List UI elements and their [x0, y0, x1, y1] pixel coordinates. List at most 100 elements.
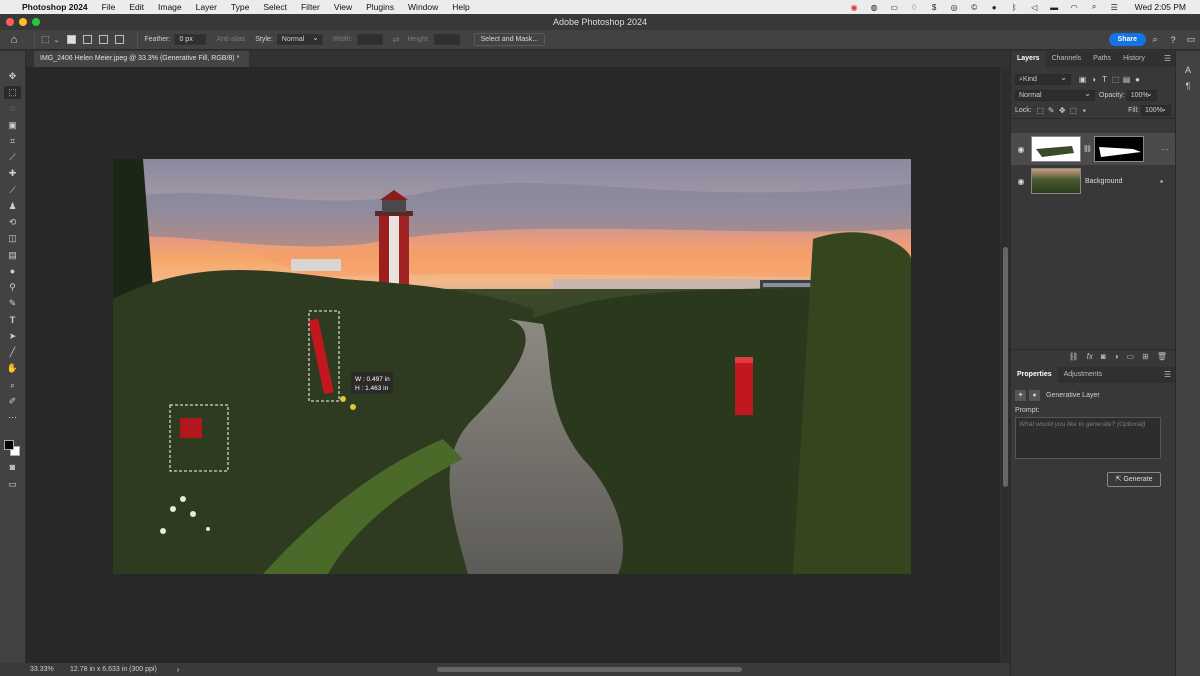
tab-history[interactable]: History — [1117, 51, 1151, 67]
rectangular-marquee-tool-icon[interactable]: ⬚ — [4, 86, 21, 99]
visibility-eye-icon[interactable]: ◉ — [1011, 177, 1031, 186]
menu-view[interactable]: View — [334, 2, 352, 12]
fill-input[interactable]: 100% — [1141, 104, 1171, 116]
panel-menu-icon[interactable]: ☰ — [1164, 54, 1171, 63]
generate-button[interactable]: ⇱ Generate — [1107, 472, 1161, 487]
screen-record-icon[interactable]: ▭ — [889, 3, 900, 12]
search-icon[interactable]: ⌕ — [1146, 34, 1164, 45]
layer-kind-filter[interactable]: ⌕Kind — [1015, 73, 1071, 85]
menu-image[interactable]: Image — [158, 2, 182, 12]
vertical-scrollbar[interactable] — [1001, 67, 1010, 663]
clone-stamp-tool-icon[interactable]: ♟ — [4, 200, 21, 213]
brush-tool-icon[interactable]: ⟋ — [4, 184, 21, 197]
object-selection-tool-icon[interactable]: ▣ — [4, 119, 21, 132]
home-icon[interactable]: ⌂ — [0, 34, 28, 46]
intersect-selection-icon[interactable] — [115, 35, 125, 44]
add-selection-icon[interactable] — [83, 35, 93, 44]
marquee-preset-icon[interactable]: ⬚ — [41, 34, 50, 45]
tab-adjustments[interactable]: Adjustments — [1058, 367, 1109, 383]
tab-paths[interactable]: Paths — [1087, 51, 1117, 67]
style-select[interactable]: Normal — [276, 33, 323, 45]
type-tool-icon[interactable]: T — [4, 314, 21, 327]
volume-icon[interactable]: ◁ — [1029, 3, 1040, 12]
history-brush-tool-icon[interactable]: ⟲ — [4, 216, 21, 229]
lock-pixels-icon[interactable]: ✎ — [1046, 106, 1057, 115]
subtract-selection-icon[interactable] — [99, 35, 109, 44]
edit-toolbar-icon[interactable]: ✐ — [4, 395, 21, 408]
more-tools-icon[interactable]: ⋯ — [4, 411, 21, 424]
type-filter-icon[interactable]: T — [1099, 75, 1110, 84]
wifi-icon[interactable]: ◠ — [1069, 3, 1080, 12]
minimize-window-button[interactable] — [19, 18, 27, 26]
link-layers-icon[interactable]: ⛓ — [1069, 352, 1079, 361]
layer-mask-thumbnail[interactable] — [1093, 136, 1144, 162]
dodge-tool-icon[interactable]: ⚲ — [4, 281, 21, 294]
share-button[interactable]: Share — [1108, 33, 1146, 46]
lasso-tool-icon[interactable]: ◌ — [4, 102, 21, 115]
app-menu[interactable]: Photoshop 2024 — [22, 2, 88, 12]
opacity-input[interactable]: 100% — [1126, 89, 1157, 101]
maximize-window-button[interactable] — [32, 18, 40, 26]
fx-icon[interactable]: fx — [1087, 352, 1093, 361]
eraser-tool-icon[interactable]: ◫ — [4, 232, 21, 245]
hand-tool-icon[interactable]: ✋ — [4, 362, 21, 375]
new-selection-icon[interactable] — [67, 35, 77, 44]
g-app-icon[interactable]: ● — [989, 3, 1000, 12]
foreground-color-swatch[interactable] — [4, 440, 14, 450]
pen-tool-icon[interactable]: ✎ — [4, 297, 21, 310]
lock-artboard-icon[interactable]: ⬚ — [1068, 106, 1079, 115]
menu-window[interactable]: Window — [408, 2, 438, 12]
layer-row-generative[interactable]: ◉ ⛓ ⋯ — [1011, 133, 1175, 165]
lock-transparency-icon[interactable]: ⬚ — [1035, 106, 1046, 115]
menu-help[interactable]: Help — [452, 2, 469, 12]
layer-row-background[interactable]: ◉ Background ▪ — [1011, 165, 1175, 197]
layer-name-background[interactable]: Background — [1085, 178, 1122, 185]
move-tool-icon[interactable]: ✥ — [4, 70, 21, 83]
s-app-icon[interactable]: $ — [929, 3, 940, 12]
chevron-down-icon[interactable]: ⌄ — [54, 36, 60, 44]
chevron-right-icon[interactable]: › — [177, 665, 180, 674]
creative-cloud-icon[interactable]: ◉ — [849, 3, 860, 12]
horizontal-scrollbar-thumb[interactable] — [437, 667, 742, 672]
line-tool-icon[interactable]: ╱ — [4, 346, 21, 359]
more-icon[interactable]: ⋯ — [1161, 145, 1169, 154]
link-icon[interactable]: ⛓ — [1083, 145, 1092, 153]
spotlight-search-icon[interactable]: ⌕ — [1089, 2, 1100, 12]
add-mask-icon[interactable]: ◙ — [1101, 352, 1106, 361]
focus-icon[interactable]: ◎ — [949, 3, 960, 12]
paragraph-panel-icon[interactable]: ¶ — [1176, 81, 1200, 91]
character-panel-icon[interactable]: A — [1176, 65, 1200, 75]
workspace-icon[interactable]: ▭ — [1182, 34, 1200, 45]
new-layer-icon[interactable]: ⊞ — [1142, 352, 1149, 361]
path-selection-tool-icon[interactable]: ➤ — [4, 330, 21, 343]
zoom-tool-icon[interactable]: ⌕ — [4, 379, 21, 392]
lock-position-icon[interactable]: ✥ — [1057, 106, 1068, 115]
menu-plugins[interactable]: Plugins — [366, 2, 394, 12]
new-group-icon[interactable]: ▭ — [1127, 352, 1135, 361]
width-input[interactable] — [356, 34, 383, 45]
document-tab[interactable]: IMG_2406 Helen Meier.jpeg @ 33.3% (Gener… — [34, 51, 250, 67]
antialias-checkbox[interactable]: Anti-alias — [216, 36, 245, 43]
c-app-icon[interactable]: © — [969, 3, 980, 12]
help-icon[interactable]: ? — [1164, 35, 1182, 45]
lock-all-icon[interactable]: ▪ — [1079, 106, 1090, 115]
control-center-icon[interactable]: ☰ — [1109, 3, 1120, 12]
bluetooth-icon[interactable]: ᛒ — [1009, 3, 1020, 12]
adjustment-layer-icon[interactable]: ◑ — [1114, 352, 1119, 361]
screen-mode-icon[interactable]: ▭ — [4, 478, 21, 491]
prompt-input[interactable]: What would you like to generate? (Option… — [1015, 417, 1161, 459]
scroll-thumb[interactable] — [1003, 247, 1008, 487]
battery-icon[interactable]: ▬ — [1049, 3, 1060, 12]
canvas-area[interactable]: W : 0.497 in H : 1.463 in — [26, 67, 1000, 663]
pixel-filter-icon[interactable]: ▣ — [1077, 75, 1088, 84]
height-input[interactable] — [433, 34, 460, 45]
trash-icon[interactable]: 🗑 — [1157, 352, 1167, 361]
menu-file[interactable]: File — [102, 2, 116, 12]
menu-layer[interactable]: Layer — [196, 2, 217, 12]
filter-toggle-icon[interactable]: ● — [1132, 75, 1143, 84]
blend-mode-select[interactable]: Normal — [1015, 89, 1095, 101]
bell-icon[interactable]: ♢ — [909, 3, 920, 12]
copilot-icon[interactable]: ◍ — [869, 3, 880, 12]
blur-tool-icon[interactable]: ● — [4, 265, 21, 278]
shape-filter-icon[interactable]: ⬚ — [1110, 75, 1121, 84]
